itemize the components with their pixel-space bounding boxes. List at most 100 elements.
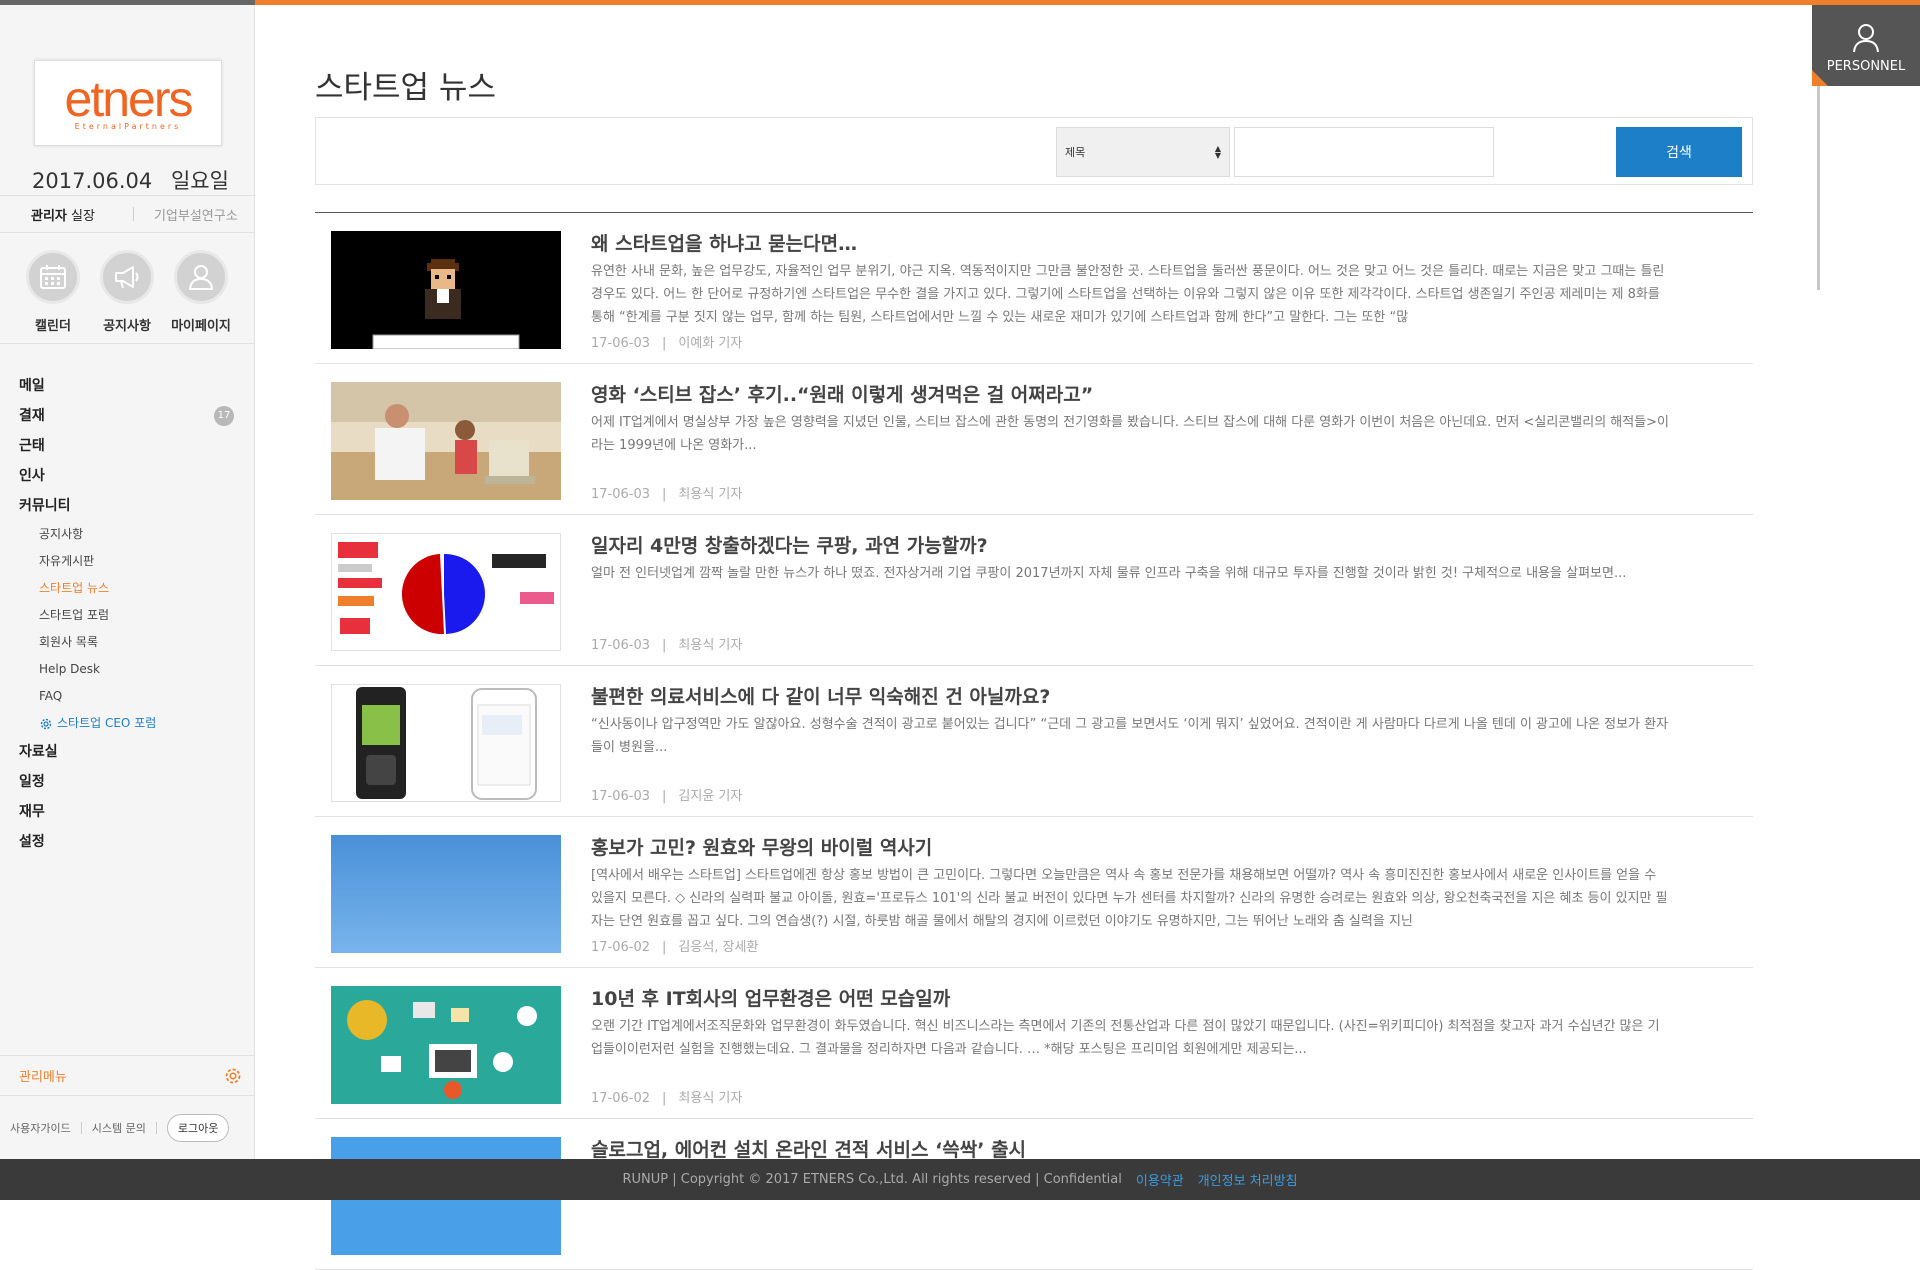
quick-notice-label: 공지사항 [103,319,151,334]
quick-mypage-label: 마이페이지 [171,319,231,334]
article-date: 17-06-03 [591,638,651,653]
quick-notice[interactable]: 공지사항 [98,250,156,350]
user-info: 관리자 실장 기업부설연구소 [0,195,254,233]
sidebar-subitem-faq[interactable]: FAQ [0,683,254,710]
quick-mypage[interactable]: 마이페이지 [171,250,231,350]
article-meta: 17-06-03 | 최용식 기자 [591,634,742,653]
article-summary: 얼마 전 인터넷업계 깜짝 놀랄 만한 뉴스가 하나 떴죠. 전자상거래 기업 … [591,566,1627,581]
gear-icon [40,718,52,729]
footer-copyright: RUNUP | Copyright © 2017 ETNERS Co.,Ltd.… [622,1172,1122,1187]
sidebar-item-mail[interactable]: 메일 [0,371,254,401]
sidebar-subitem-startup-forum[interactable]: 스타트업 포럼 [0,602,254,629]
quick-calendar-label: 캘린더 [35,319,71,334]
user-org: 기업부설연구소 [153,208,238,224]
calendar-icon [26,250,80,304]
system-inquiry-link[interactable]: 시스템 문의 [92,1120,146,1136]
user-name-block: 관리자 실장 [31,205,95,224]
search-input[interactable] [1234,127,1494,177]
user-name: 관리자 [31,208,67,224]
article-title[interactable]: 홍보가 고민? 원효와 무왕의 바이럴 역사기 [591,833,932,860]
sidebar-subitem-ceo-forum[interactable]: 스타트업 CEO 포럼 [0,710,254,737]
article-title[interactable]: 일자리 4만명 창출하겠다는 쿠팡, 과연 가능할까? [591,531,988,558]
article-title[interactable]: 10년 후 IT회사의 업무환경은 어떤 모습일까 [591,984,950,1011]
sidebar-subitem-members[interactable]: 회원사 목록 [0,629,254,656]
scrollbar[interactable] [1817,86,1820,290]
article-summary: 유연한 사내 문화, 높은 업무강도, 자율적인 업무 분위기, 야근 지옥. … [591,264,1665,325]
list-item[interactable]: 홍보가 고민? 원효와 무왕의 바이럴 역사기 [역사에서 배우는 스타트업] … [315,817,1753,968]
utility-links: 사용자가이드 시스템 문의 로그아웃 [0,1095,254,1159]
article-meta: 17-06-02 | 최용식 기자 [591,1087,742,1106]
article-meta: 17-06-03 | 최용식 기자 [591,483,742,502]
logout-button[interactable]: 로그아웃 [166,1113,230,1142]
sidebar: etners EternalPartners 2017.06.04 일요일 관리… [0,5,255,1159]
gear-icon[interactable] [224,1067,242,1085]
article-author: 김지윤 기자 [678,789,743,804]
user-icon [174,250,228,304]
article-summary: [역사에서 배우는 스타트업] 스타트업에겐 항상 홍보 방법이 큰 고민이다.… [591,868,1668,929]
list-item[interactable]: 왜 스타트업을 하냐고 묻는다면… 유연한 사내 문화, 높은 업무강도, 자율… [315,213,1753,364]
date-display: 2017.06.04 일요일 [32,165,241,195]
sidebar-item-hr[interactable]: 인사 [0,461,254,491]
sidebar-subitem-helpdesk[interactable]: Help Desk [0,656,254,683]
date-text: 2017.06.04 [32,169,153,193]
article-thumbnail[interactable] [331,382,561,500]
footer: RUNUP | Copyright © 2017 ETNERS Co.,Ltd.… [0,1159,1920,1200]
search-button[interactable]: 검색 [1616,127,1742,177]
article-thumbnail[interactable] [331,835,561,953]
terms-link[interactable]: 이용약관 [1136,1170,1184,1189]
article-title[interactable]: 왜 스타트업을 하냐고 묻는다면… [591,229,857,256]
divider: | [662,638,667,653]
divider: | [662,487,667,502]
article-title[interactable]: 불편한 의료서비스에 다 같이 너무 익숙해진 건 아닐까요? [591,682,1050,709]
sidebar-item-settings[interactable]: 설정 [0,827,254,857]
user-guide-link[interactable]: 사용자가이드 [10,1120,71,1136]
sidebar-item-attendance[interactable]: 근태 [0,431,254,461]
sidebar-item-schedule[interactable]: 일정 [0,767,254,797]
admin-menu[interactable]: 관리메뉴 [0,1055,254,1095]
divider [132,207,134,221]
divider: | [662,1091,667,1106]
sidebar-nav: 메일 결재 17 근태 인사 커뮤니티 공지사항 자유게시판 스타트업 뉴스 스… [0,371,254,857]
sidebar-item-approval[interactable]: 결재 17 [0,401,254,431]
list-item[interactable]: 불편한 의료서비스에 다 같이 너무 익숙해진 건 아닐까요? “신사동이나 압… [315,666,1753,817]
quick-menu: 캘린더 공지사항 마이페이지 [0,250,254,350]
article-date: 17-06-03 [591,487,651,502]
search-field-select[interactable]: 제목 ▲ ▼ [1056,127,1230,177]
sidebar-item-finance[interactable]: 재무 [0,797,254,827]
quick-calendar[interactable]: 캘린더 [24,250,82,350]
sidebar-subitem-startup-news[interactable]: 스타트업 뉴스 [0,575,254,602]
logo-subtext: EternalPartners [74,121,182,131]
list-item[interactable]: 영화 ‘스티브 잡스’ 후기..“원래 이렇게 생겨먹은 걸 어쩌라고” 어제 … [315,364,1753,515]
list-item[interactable]: 10년 후 IT회사의 업무환경은 어떤 모습일까 오랜 기간 IT업계에서조직… [315,968,1753,1119]
news-list: 왜 스타트업을 하냐고 묻는다면… 유연한 사내 문화, 높은 업무강도, 자율… [315,213,1753,1270]
article-thumbnail[interactable] [331,533,561,651]
article-title[interactable]: 슬로그업, 에어컨 설치 온라인 견적 서비스 ‘쓱싹’ 출시 [591,1135,1026,1162]
sidebar-item-community[interactable]: 커뮤니티 [0,491,254,521]
article-thumbnail[interactable] [331,986,561,1104]
page-title: 스타트업 뉴스 [315,70,496,106]
admin-menu-label: 관리메뉴 [19,1070,67,1085]
approval-count-badge: 17 [214,406,234,426]
article-meta: 17-06-03 | 이예화 기자 [591,332,742,351]
list-item[interactable]: 일자리 4만명 창출하겠다는 쿠팡, 과연 가능할까? 얼마 전 인터넷업계 깜… [315,515,1753,666]
article-date: 17-06-02 [591,1091,651,1106]
article-author: 최용식 기자 [678,487,743,502]
privacy-link[interactable]: 개인정보 처리방침 [1198,1170,1298,1189]
article-author: 최용식 기자 [678,1091,743,1106]
article-title[interactable]: 영화 ‘스티브 잡스’ 후기..“원래 이렇게 생겨먹은 걸 어쩌라고” [591,380,1093,407]
personnel-button[interactable]: PERSONNEL [1812,5,1920,86]
article-thumbnail[interactable] [331,684,561,802]
megaphone-icon [100,250,154,304]
article-date: 17-06-03 [591,336,651,351]
article-thumbnail[interactable] [331,231,561,349]
article-meta: 17-06-02 | 김응석, 장세환 [591,936,758,955]
article-summary: 오랜 기간 IT업계에서조직문화와 업무환경이 화두였습니다. 혁신 비즈니스라… [591,1019,1660,1057]
sidebar-item-archive[interactable]: 자료실 [0,737,254,767]
article-summary: 어제 IT업계에서 명실상부 가장 높은 영향력을 지녔던 인물, 스티브 잡스… [591,415,1670,453]
etners-logo[interactable]: etners EternalPartners [34,60,222,146]
sidebar-subitem-notice[interactable]: 공지사항 [0,521,254,548]
sidebar-subitem-free-board[interactable]: 자유게시판 [0,548,254,575]
weekday-text: 일요일 [170,169,229,193]
article-date: 17-06-03 [591,789,651,804]
personnel-label: PERSONNEL [1826,59,1906,74]
